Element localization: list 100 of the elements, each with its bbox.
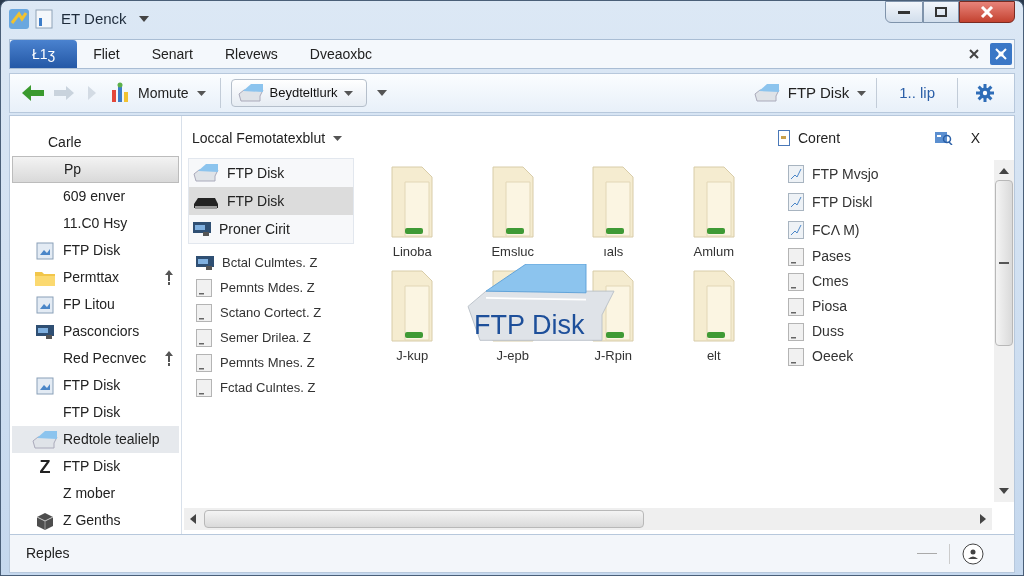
sidebar-label: Redtole tealielp [63, 430, 160, 449]
file-icon [196, 353, 212, 372]
list-item[interactable]: Fctad Culntes. Z [220, 377, 316, 398]
menu-tab[interactable]: Rlevews [208, 40, 294, 68]
up-down-arrow-icon[interactable] [165, 269, 173, 286]
file-icon [196, 378, 212, 397]
sidebar-label: Red Pecnvec [63, 349, 147, 368]
sidebar-item[interactable]: FTP Disk [12, 372, 179, 399]
caret-icon[interactable] [376, 90, 387, 96]
folder-label[interactable]: Emsluc [491, 242, 535, 262]
sidebar-item[interactable]: Pasconciors [12, 318, 179, 345]
up-down-arrow-icon[interactable] [165, 350, 173, 367]
drive-item[interactable]: FTP Disk [189, 187, 353, 215]
sidebar-item[interactable]: Z FTP Disk [12, 453, 179, 480]
drive-item[interactable]: Proner Cirit [189, 215, 353, 243]
back-arrow-icon[interactable] [22, 85, 44, 101]
sidebar-item[interactable]: Redtole tealielp [12, 426, 179, 453]
sidebar-label: FTP Disk [63, 241, 121, 260]
sidebar-item[interactable]: FP Litou [12, 291, 179, 318]
maximize-button[interactable] [923, 1, 959, 23]
help-link[interactable]: 1.. lip [887, 81, 947, 105]
horizontal-scrollbar[interactable] [184, 508, 992, 530]
minimize-icon [898, 10, 910, 14]
file-icon [196, 303, 212, 322]
drive-dropdown[interactable]: FTP Disk [753, 78, 867, 108]
list-item[interactable]: Piosa [812, 296, 848, 317]
drive-icon [753, 84, 780, 102]
status-text: Reples [26, 544, 70, 563]
maximize-icon [935, 7, 947, 17]
sidebar-item[interactable]: Z Genths [12, 507, 179, 534]
folder-label[interactable]: Linoba [392, 242, 432, 262]
list-item[interactable]: Bctal Culmtes. Z [222, 252, 318, 273]
folder-label[interactable]: J-epb [496, 345, 529, 365]
folder-pane-dropdown[interactable]: Loccal Femotatexblut [188, 126, 354, 150]
list-item[interactable]: Semer Drilea. Z [220, 327, 312, 348]
sidebar-label: Permttax [63, 268, 119, 287]
list-item[interactable]: FTP Mvsjo [812, 163, 879, 185]
folder-label[interactable]: J-kup [396, 345, 429, 365]
scroll-right-icon[interactable] [980, 514, 986, 524]
list-item[interactable]: Cmes [812, 271, 849, 292]
folder-label[interactable]: Amlum [693, 242, 734, 262]
document-icon [35, 9, 53, 29]
sidebar-item[interactable]: Pp [12, 156, 179, 183]
drive-icon [32, 430, 58, 449]
toolbox-icon [110, 82, 130, 104]
close-button[interactable] [959, 1, 1015, 23]
folder-label[interactable]: elt [706, 345, 721, 365]
list-item[interactable]: FCΛ M) [812, 219, 860, 241]
chart-icon [788, 221, 804, 239]
file-icon [196, 278, 212, 297]
vertical-scrollbar[interactable] [994, 160, 1014, 502]
menu-tab[interactable]: Ł1ʒ [10, 40, 78, 68]
list-item[interactable]: FTP Diskl [812, 191, 873, 213]
caret-icon[interactable] [138, 16, 149, 22]
drive-item[interactable]: FTP Disk [189, 159, 353, 187]
sidebar-label: 609 enver [63, 187, 126, 206]
drive-icon [193, 164, 219, 182]
sidebar-label: FTP Disk [63, 376, 121, 395]
pane-heading: Corent [798, 128, 841, 148]
sidebar-label: Pasconciors [63, 322, 140, 341]
scroll-left-icon[interactable] [190, 514, 196, 524]
file-icon [196, 328, 212, 347]
menu-tab[interactable]: Senart [135, 40, 209, 68]
view-dropdown[interactable]: Momute [106, 78, 210, 108]
list-item[interactable]: Oeeek [812, 346, 854, 367]
folder-label[interactable]: J-Rpin [594, 345, 633, 365]
file-icon [788, 322, 804, 341]
drive-icon [237, 84, 264, 102]
list-item[interactable]: Duss [812, 321, 844, 342]
list-item[interactable]: Pemnts Mnes. Z [220, 352, 315, 373]
user-icon[interactable] [962, 542, 984, 565]
sidebar-item[interactable]: Permttax [12, 264, 179, 291]
list-item[interactable]: Pases [812, 246, 851, 267]
search-icon[interactable] [934, 131, 953, 145]
monitor-icon [36, 323, 54, 340]
list-item[interactable]: Pemnts Mdes. Z [220, 277, 315, 298]
folder-label[interactable]: ıals [603, 242, 624, 262]
folder-icon [592, 166, 635, 238]
scroll-down-icon[interactable] [999, 488, 1009, 494]
sidebar-item[interactable]: FTP Disk [12, 399, 179, 426]
sidebar-item[interactable]: Red Pecnvec [12, 345, 179, 372]
sidebar-item[interactable]: Z mober [12, 480, 179, 507]
scroll-up-icon[interactable] [999, 168, 1009, 174]
folder-icon [692, 166, 735, 238]
folder-icon [391, 166, 434, 238]
list-item[interactable]: Sctano Cortect. Z [220, 302, 322, 323]
close-button[interactable]: X [970, 127, 980, 149]
menu-tab[interactable]: Fliet [77, 40, 136, 68]
sidebar-item[interactable]: 11.C0 Hsy [12, 210, 179, 237]
sidebar-heading: Carle [47, 132, 83, 152]
image-icon [36, 241, 54, 260]
sidebar-item[interactable]: FTP Disk [12, 237, 179, 264]
file-icon [788, 347, 804, 366]
monitor-icon [193, 221, 211, 237]
menu-tab[interactable]: Dveaoxbc [293, 40, 389, 68]
address-dropdown[interactable]: Beydteltlurk [230, 79, 367, 107]
app-icon [9, 9, 29, 29]
sidebar-item[interactable]: 609 enver [12, 183, 179, 210]
minimize-button[interactable] [885, 1, 923, 23]
caret-icon [196, 90, 206, 96]
